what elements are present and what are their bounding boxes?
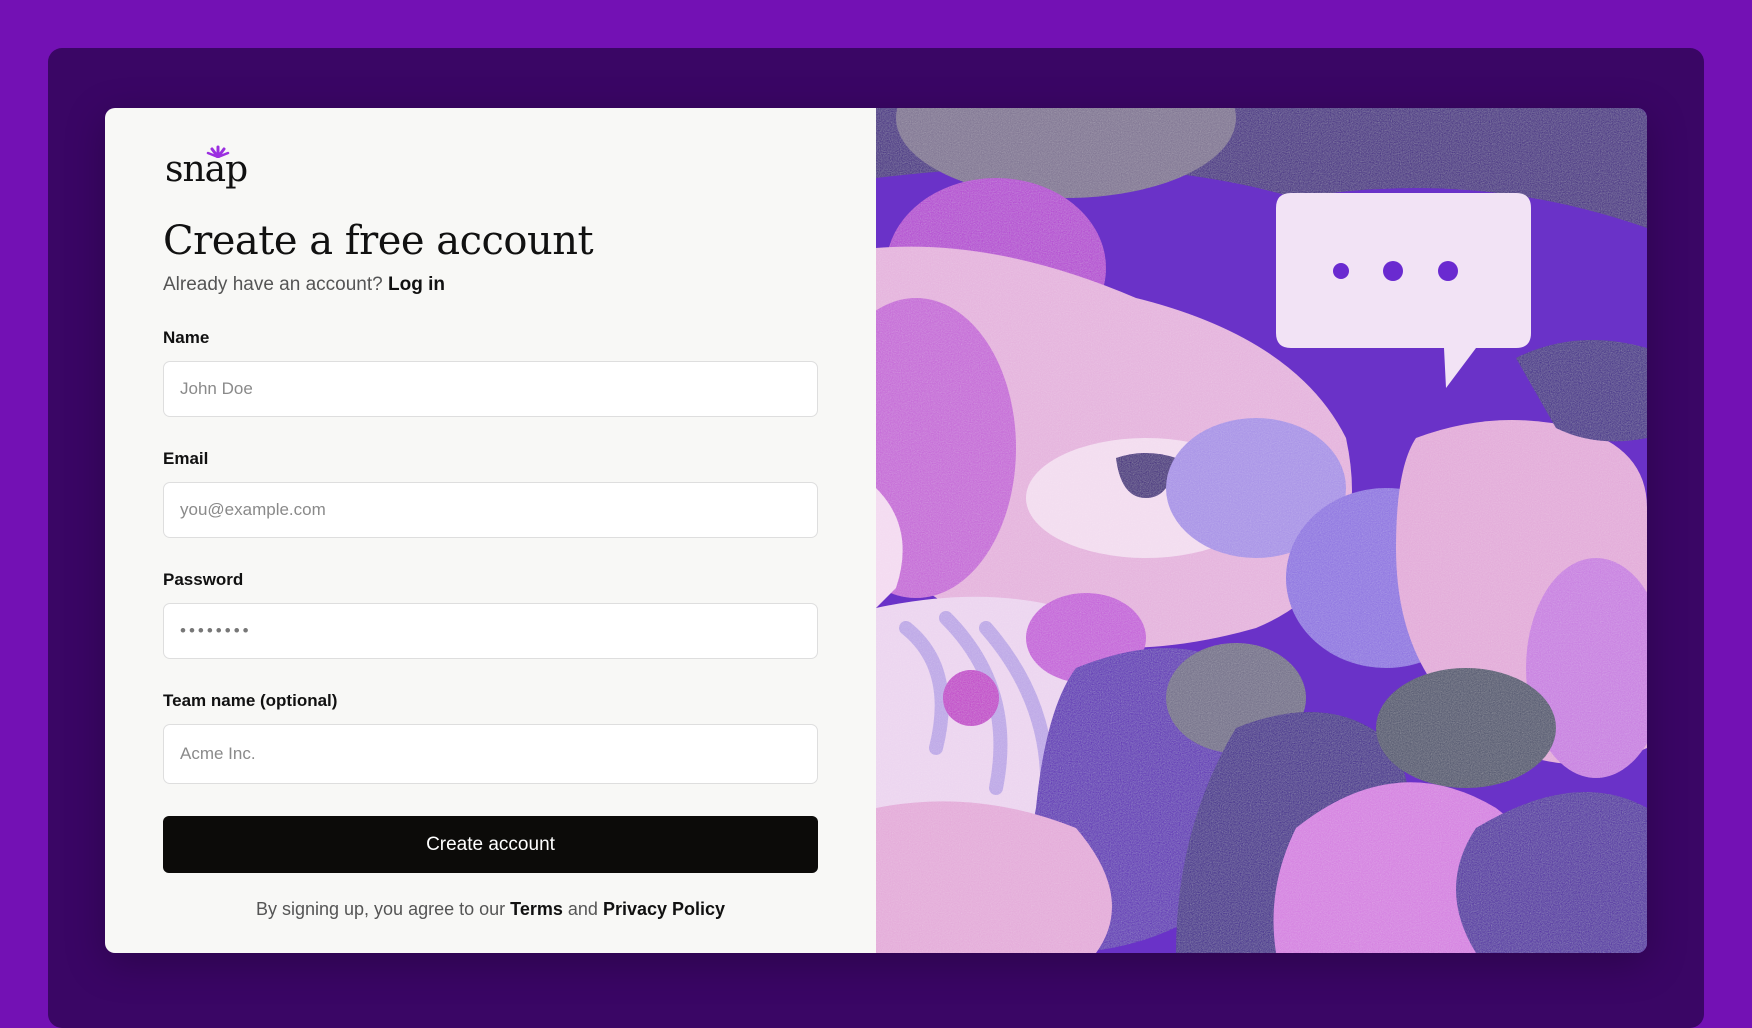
- abstract-illustration: [876, 108, 1647, 953]
- team-input[interactable]: [163, 724, 818, 784]
- signup-card: snap Create a free account Already have …: [105, 108, 1647, 953]
- login-link[interactable]: Log in: [388, 274, 445, 295]
- signup-panel: snap Create a free account Already have …: [105, 108, 876, 953]
- terms-prefix: By signing up, you agree to our: [255, 899, 506, 919]
- name-field-group: Name: [163, 328, 818, 417]
- password-input[interactable]: [163, 603, 818, 659]
- snap-logo[interactable]: snap: [165, 145, 818, 194]
- name-input[interactable]: [163, 361, 818, 417]
- email-input[interactable]: [163, 482, 818, 538]
- login-prompt-text: Already have an account?: [163, 274, 383, 295]
- team-label: Team name (optional): [163, 691, 338, 710]
- login-prompt: Already have an account? Log in: [163, 274, 818, 296]
- password-label: Password: [163, 570, 244, 589]
- page-title: Create a free account: [163, 218, 594, 264]
- team-field-group: Team name (optional): [163, 691, 818, 784]
- create-account-button[interactable]: Create account: [163, 816, 818, 873]
- privacy-link[interactable]: Privacy Policy: [603, 899, 725, 919]
- email-label: Email: [163, 449, 209, 468]
- terms-link[interactable]: Terms: [510, 899, 563, 919]
- terms-notice: By signing up, you agree to our Terms an…: [163, 899, 818, 920]
- terms-and: and: [567, 899, 598, 919]
- illustration-panel: [876, 108, 1647, 953]
- name-label: Name: [163, 328, 210, 347]
- email-field-group: Email: [163, 449, 818, 538]
- password-field-group: Password: [163, 570, 818, 659]
- logo-text: snap: [165, 149, 248, 190]
